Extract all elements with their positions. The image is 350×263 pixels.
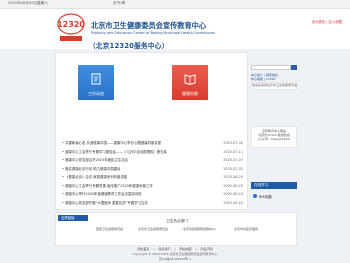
news-title[interactable]: • 落实健康北京行动 助力健康中国建设 — [62, 165, 212, 174]
list-item[interactable]: • 健康中心党支部召开2025年度民主生活会 2025-07-07 — [62, 156, 243, 165]
news-title[interactable]: • 共建和谐心态 共造健康中国——健康中心举办心理健康科普讲座 — [62, 139, 212, 148]
news-date: 2025-06-29 — [223, 175, 243, 179]
news-date: 2025-07-02 — [223, 166, 243, 171]
news-title[interactable]: • 健康中心党支部召开2025年度民主生活会 — [62, 156, 212, 165]
news-title[interactable]: • 健康中心党支部开展“大国医师 重要论述”专题学习交流 — [62, 199, 212, 208]
news-date: 2025-07-30 — [223, 141, 243, 145]
news-date: 2025-07-07 — [223, 158, 243, 162]
book-icon — [184, 74, 196, 85]
link-item[interactable]: 北京市疾病预防控制中心 — [183, 227, 216, 231]
site-logo[interactable]: 12320 — [56, 12, 86, 44]
link-item[interactable]: 国家卫生健康委员会 — [96, 227, 123, 231]
list-item[interactable]: • 健康中心党支部开展“大国医师 重要论述”专题学习交流 2025-06-20 — [62, 199, 243, 208]
hotline-panel: 宣传教育中心网站 北京市12320 健康热线 (公众号：bjwsjj12320) — [251, 126, 297, 148]
link-item[interactable]: 北京市卫生健康委员会 — [138, 227, 168, 231]
site-header: 12320 北京市卫生健康委员会宣传教育中心 Publicity and Edu… — [0, 9, 350, 50]
sidebar-links-2[interactable]: 中心职能 | 12320 — [251, 77, 275, 81]
search-input[interactable] — [251, 65, 291, 70]
footer: 网站首页 | 联系我们 | 网站地图 | 隐私声明 Copyright © 2009-202… — [0, 246, 350, 263]
list-item[interactable]: • 落实健康北京行动 助力健康中国建设 2025-07-02 — [62, 165, 243, 174]
svg-text:12320: 12320 — [57, 20, 85, 29]
main-content: 工作动态 健康科普 • 共建和谐心态 共造健康中国——健康中心举办心理健康科普讲… — [55, 52, 248, 210]
panel-text: (公众号：bjwsjj12320) — [257, 137, 291, 141]
news-title[interactable]: • 健康中心工会举行专题党课 宣传推广2025年健康科普工作 — [62, 182, 212, 191]
hotline-title: （北京12320服务中心） — [89, 42, 169, 50]
list-item[interactable]: • 共建和谐心态 共造健康中国——健康中心举办心理健康科普讲座 2025-07-3… — [62, 139, 243, 148]
footer-copyright: Copyright © 2009-2025 北京市卫生健康委员会宣传教育中心 — [132, 252, 218, 256]
footer-link[interactable]: 网站首页 — [137, 247, 149, 251]
friendly-links: 友情链接 卫生热点部门 国家卫生健康委员会 北京市卫生健康委员会 北京市疾病预防… — [55, 212, 297, 246]
tile-label: 健康科普 — [182, 91, 198, 96]
online-learning-header: 在线学习 — [251, 182, 297, 189]
list-item[interactable]: • 《健康北京》杂志·家庭健康系列科普讲座 2025-06-29 — [62, 173, 243, 182]
footer-link[interactable]: 隐私声明 — [201, 247, 213, 251]
top-bar: 2025年08月09日星期六 天气:晴 — [0, 0, 350, 9]
link-item[interactable]: 北京市中医管理局 — [234, 227, 258, 231]
list-item[interactable]: • 健康中心举行2025年度健康教育工作会议暨培训班 2025-06-24 — [62, 190, 243, 199]
site-title-english: Publicity and Education Center of Beijin… — [91, 31, 216, 35]
list-item[interactable]: • 健康中心工会举行专题党课 宣传推广2025年健康科普工作 2025-06-25 — [62, 182, 243, 191]
site-title: 北京市卫生健康委员会宣传教育中心 — [91, 21, 207, 30]
footer-links: 网站首页 | 联系我们 | 网站地图 | 隐私声明 — [137, 247, 213, 251]
current-date: 2025年08月09日星期六 — [8, 1, 48, 5]
welcome-text: 欢迎您来到北京市卫生健康委员会 — [252, 83, 298, 87]
news-date: 2025-06-20 — [223, 200, 243, 205]
links-title: 卫生热点部门 — [166, 219, 188, 223]
tile-work-news[interactable]: 工作动态 — [78, 65, 114, 100]
footer-icp[interactable]: 京ICP备05029008号-1 — [0, 257, 350, 261]
list-item[interactable]: • 健康中心工会举行专题学习报告会——《习近平谈治国理政》第五卷 2025-07-… — [62, 148, 243, 157]
news-date: 2025-06-24 — [223, 192, 243, 196]
document-icon — [91, 73, 101, 85]
welcome-panel: 欢迎您来到北京市卫生健康委员会 — [251, 82, 297, 90]
news-date: 2025-07-11 — [223, 149, 243, 154]
header-links[interactable]: 设为首页 | 加入收藏 — [312, 19, 342, 24]
weather-text: 天气:晴 — [113, 1, 125, 5]
news-title[interactable]: • 《健康北京》杂志·家庭健康系列科普讲座 — [62, 173, 212, 182]
news-title[interactable]: • 健康中心举行2025年度健康教育工作会议暨培训班 — [62, 190, 212, 199]
news-title[interactable]: • 健康中心工会举行专题学习报告会——《习近平谈治国理政》第五卷 — [62, 148, 212, 157]
footer-link[interactable]: 网站地图 — [180, 247, 192, 251]
search-button[interactable] — [291, 65, 297, 70]
tile-health-science[interactable]: 健康科普 — [172, 65, 208, 100]
footer-link[interactable]: 联系我们 — [158, 247, 170, 251]
bmi-link[interactable]: BMI指数 — [252, 194, 272, 199]
right-sidebar: 中心简介 | 领导信息 中心职能 | 12320 欢迎您来到北京市卫生健康委员会… — [251, 52, 297, 210]
news-list: • 共建和谐心态 共造健康中国——健康中心举办心理健康科普讲座 2025-07-3… — [62, 139, 243, 207]
tile-label: 工作动态 — [88, 91, 104, 96]
news-date: 2025-06-25 — [223, 183, 243, 188]
